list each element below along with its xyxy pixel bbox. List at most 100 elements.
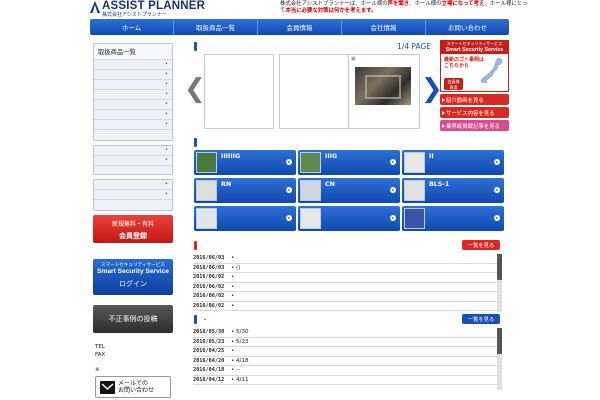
product-tile[interactable]: RN [194,178,296,203]
products-menu-item[interactable] [94,80,172,90]
mail-contact-label: メールでの お問い合わせ [118,380,154,394]
intro-video-link[interactable]: 紹介動画を見る [440,94,509,105]
product-name: IIIIIIG [221,153,241,160]
mail-contact-line1: メールでの [118,380,149,387]
slide-item[interactable] [279,54,349,129]
products-menu-item[interactable] [94,60,172,70]
products-menu: 取扱商品一覧 [93,43,173,141]
mail-contact-button[interactable]: メールでの お問い合わせ [95,376,171,398]
arrow-right-icon [494,215,500,221]
mail-contact-line2: お問い合わせ [118,387,155,394]
arrow-right-icon [494,187,500,193]
news-title: 5/30 [236,329,249,336]
news-date: 2016/06/03 [193,264,225,271]
scrollbar-thumb[interactable] [497,254,502,280]
news-row[interactable]: 2016/05/23 • 5/23 [193,338,502,347]
product-thumbnail [300,208,321,229]
news-scrollbar[interactable] [497,328,502,390]
nav-products[interactable]: 取扱商品一覧 [174,19,258,35]
products-menu-item[interactable] [94,100,172,110]
news-row[interactable]: 2016/06/03 • [193,254,502,264]
news-row[interactable]: 2016/04/20 • 4/18 [193,357,502,366]
news-row[interactable]: 2016/06/02 • [193,283,502,292]
fraud-post-button[interactable]: 不正事例の投稿 [93,305,173,333]
news-row[interactable]: 2016/06/02 • [193,302,502,311]
slide-photo [355,67,411,105]
login-button[interactable]: スマートセキュリティサービス Smart Security Service ログ… [93,259,173,295]
news-title: () [236,264,241,271]
products-menu-item[interactable] [94,70,172,80]
product-thumbnail [196,208,217,229]
nav-contact[interactable]: お問い合わせ [426,19,509,35]
news-more-button[interactable]: 一覧を見る [462,314,500,324]
nav-home[interactable]: ホーム [90,19,174,35]
product-tile[interactable]: IIIG [298,150,400,175]
login-button-label: ログイン [119,280,147,288]
products-menu-item[interactable] [94,110,172,120]
sidebar-menu-item[interactable] [94,180,172,190]
product-tile[interactable]: BLS-1 [402,178,504,203]
section-marker [194,138,197,147]
news-more-button[interactable]: 一覧を見る [462,240,500,250]
news-bullet: • [231,274,235,281]
arrow-right-icon [286,187,292,193]
news-row[interactable]: 2016/06/02 • [193,273,502,283]
product-tile[interactable]: IIIIIIG [194,150,296,175]
product-tile[interactable] [402,206,504,231]
logo[interactable]: ASSIST PLANNER 株式会社アシストプランナー [90,0,205,18]
press-article-link[interactable]: 業界紙掲載記事を見る [440,120,509,131]
register-button-label: 会員登録 [119,232,147,240]
news-row[interactable]: 2016/04/25 • [193,347,502,357]
news-row[interactable]: 2016/05/30 • 5/30 [193,328,502,338]
news-row[interactable]: 2016/04/12 • 4/11 [193,376,502,385]
banner-body: 最新のゴト事例は こちらから 会員様 専用 [441,54,508,92]
news-date: 2016/06/02 [193,293,225,300]
arrow-right-icon [390,187,396,193]
news-bullet: • [231,255,235,262]
products-menu-item[interactable] [94,90,172,100]
arrow-right-icon [390,215,396,221]
news-header: ・ 一覧を見る [193,314,502,326]
products-menu-item[interactable] [94,120,172,130]
nav-member-info[interactable]: 会員情報 [258,19,342,35]
slide-item[interactable]: ▣ [348,54,420,129]
tagline-highlight: 立場になって考え [441,1,485,7]
slider-page-indicator: 1/4 PAGE [396,42,431,51]
news-bullet: • [231,283,235,290]
news-row[interactable]: 2016/06/03 •() [193,264,502,273]
member-only-badge: 会員様 専用 [444,78,463,90]
news-list: 2016/05/30 • 5/30 2016/05/23 • 5/23 2016/04/… [193,328,502,385]
news-row[interactable]: 2016/06/02 • [193,292,502,302]
main-nav: ホーム 取扱商品一覧 会員情報 会社情報 お問い合わせ [90,19,509,35]
section-marker [194,42,197,51]
news-section-2: ・ 一覧を見る 2016/05/30 • 5/30 2016/05/23 • 5/23 … [193,314,502,400]
news-date: 2016/04/25 [193,348,225,355]
product-thumbnail [300,152,321,173]
news-heading-dot: ・ [202,317,209,324]
sidebar-menu-item[interactable] [94,190,172,200]
news-bullet: • [231,302,235,309]
news-row[interactable]: 2016/04/18 • -- [193,366,502,376]
slide-image-icon: ▣ [351,56,356,62]
news-date: 2016/04/20 [193,357,225,364]
product-tile[interactable] [194,206,296,231]
slider-prev-arrow-icon[interactable]: ❮ [184,74,206,104]
product-name: IIIG [325,153,338,160]
slide-item[interactable] [204,54,274,129]
product-tile[interactable]: CN [298,178,400,203]
product-thumbnail [196,180,217,201]
news-title: 4/18 [236,357,249,364]
register-button[interactable]: 新規無料・有料 会員登録 [93,215,173,243]
news-scrollbar[interactable] [497,254,502,312]
scrollbar-thumb[interactable] [497,328,502,354]
product-tile[interactable] [298,206,400,231]
sidebar-menu-item[interactable] [94,156,172,166]
products-menu-title: 取扱商品一覧 [94,44,172,60]
sidebar-menu-item[interactable] [94,146,172,156]
product-tile[interactable]: II [402,150,504,175]
service-content-link[interactable]: サービス内容を見る [440,107,509,118]
nav-company-info[interactable]: 会社情報 [342,19,426,35]
news-date: 2016/04/18 [193,367,225,374]
smart-security-banner[interactable]: スマートセキュリティサービス Smart Security Service 最新… [440,40,509,92]
japan-map-icon [480,57,503,84]
